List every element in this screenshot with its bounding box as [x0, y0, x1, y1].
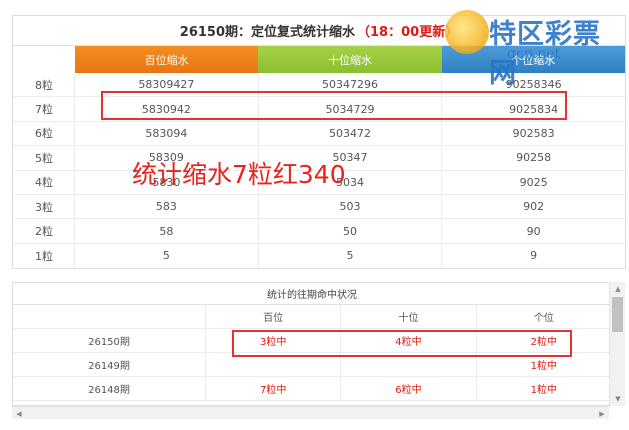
table-row: 26150期 3粒中 4粒中 2粒中 [13, 329, 611, 353]
hit-tens: 4粒中 [341, 329, 477, 352]
table-row: 3粒 583 503 902 [13, 194, 625, 220]
hit-tens: 6粒中 [341, 377, 477, 400]
cell-tens: 503 [259, 194, 443, 219]
cell-hundreds: 583094 [75, 121, 259, 146]
period-label: 26150期 [13, 329, 206, 352]
header-blank [13, 46, 75, 73]
table-row: 6粒 583094 503472 902583 [13, 121, 625, 147]
header-period [13, 305, 206, 328]
table-row: 2粒 58 50 90 [13, 219, 625, 244]
horizontal-scrollbar[interactable]: ◀ ▶ [12, 406, 609, 419]
cell-tens: 5034729 [259, 97, 443, 121]
row-label: 7粒 [13, 97, 75, 121]
row-label: 3粒 [13, 194, 75, 219]
logo-badge-icon [445, 10, 489, 54]
table-row: 26149期 1粒中 [13, 353, 611, 377]
row-label: 5粒 [13, 146, 75, 170]
row-label: 1粒 [13, 243, 75, 269]
cell-units: 90258 [516, 151, 552, 165]
header-tens: 十位 [341, 305, 477, 328]
cell-hundreds: 58309427 [75, 73, 259, 97]
cell-tens: 50347296 [259, 73, 443, 97]
scroll-right-icon[interactable]: ▶ [595, 407, 609, 420]
update-time: （18：00更新） [357, 25, 459, 40]
cell-hundreds: 5 [75, 243, 259, 269]
site-logo: 特区彩票网 qcp.net [445, 10, 625, 89]
scroll-left-icon[interactable]: ◀ [12, 407, 26, 420]
hit-units: 2粒中 [530, 337, 557, 348]
cell-tens: 50 [259, 219, 443, 243]
scroll-thumb[interactable] [612, 297, 623, 332]
history-panel: 统计的往期命中状况 百位 十位 个位 26150期 3粒中 4粒中 2粒中 26… [12, 282, 612, 406]
annotation-text: 统计缩水7粒红340 [132, 160, 346, 189]
scroll-up-icon[interactable]: ▲ [610, 282, 626, 296]
cell-hundreds: 58 [75, 219, 259, 243]
header-hundreds: 百位缩水 [75, 46, 259, 73]
cell-tens: 5 [259, 243, 443, 269]
cell-hundreds: 583 [75, 194, 259, 219]
hit-hundreds: 7粒中 [206, 377, 342, 400]
vertical-scrollbar[interactable]: ▲ ▼ [609, 282, 625, 406]
header-units: 个位 [533, 313, 554, 324]
scroll-down-icon[interactable]: ▼ [610, 392, 626, 406]
hit-tens [341, 353, 477, 376]
hit-hundreds: 3粒中 [206, 329, 342, 352]
hit-hundreds [206, 353, 342, 376]
history-title: 统计的往期命中状况 [13, 283, 611, 305]
cell-units: 902 [523, 200, 545, 214]
period-label: 26149期 [13, 353, 206, 376]
cell-units: 90 [526, 224, 541, 238]
history-header-row: 百位 十位 个位 [13, 305, 611, 329]
logo-url: qcp.net [507, 46, 561, 62]
hit-units: 1粒中 [530, 361, 557, 372]
cell-units: 9 [530, 249, 538, 263]
cell-units: 9025834 [509, 102, 559, 116]
table-row: 7粒 5830942 5034729 9025834 [13, 97, 625, 122]
period-label: 26148期 [13, 377, 206, 400]
row-label: 2粒 [13, 219, 75, 243]
header-tens: 十位缩水 [258, 46, 442, 73]
row-label: 4粒 [13, 170, 75, 194]
row-label: 8粒 [13, 73, 75, 97]
table-row: 26148期 7粒中 6粒中 1粒中 [13, 377, 611, 401]
title-text: 26150期：定位复式统计缩水 [179, 25, 356, 40]
row-label: 6粒 [13, 121, 75, 146]
cell-tens: 503472 [259, 121, 443, 146]
header-hundreds: 百位 [206, 305, 342, 328]
cell-hundreds: 5830942 [75, 97, 259, 121]
table-row: 1粒 5 5 9 [13, 243, 625, 269]
hit-units: 1粒中 [530, 385, 557, 396]
cell-units: 9025 [519, 175, 548, 189]
cell-units: 902583 [512, 126, 555, 140]
